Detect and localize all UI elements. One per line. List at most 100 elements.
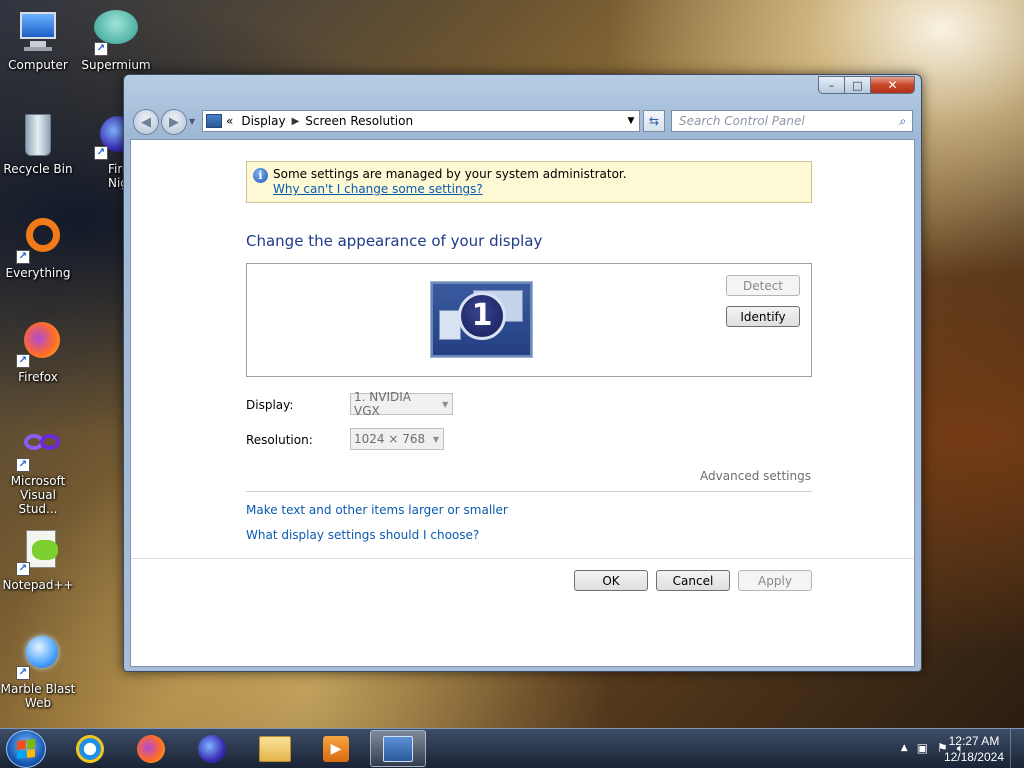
shortcut-arrow-icon: ↗ <box>16 562 30 576</box>
minimize-icon: – <box>828 78 835 92</box>
back-arrow-icon: ◀ <box>141 114 151 130</box>
taskbar-media-player[interactable]: ▶ <box>308 730 364 767</box>
everything-icon: ↗ <box>14 216 62 264</box>
which-display-settings-link[interactable]: What display settings should I choose? <box>246 528 479 542</box>
shortcut-arrow-icon: ↗ <box>94 146 108 160</box>
taskbar: ▶ ▲ ▣ ⚑ 🔈︎ 12:27 AM 12/18/2024 <box>0 728 1024 768</box>
address-overflow-chevron[interactable]: « <box>226 114 233 128</box>
divider <box>131 558 914 559</box>
internet-explorer-icon <box>76 734 104 763</box>
shortcut-arrow-icon: ↗ <box>16 458 30 472</box>
windows-logo-icon <box>17 739 35 759</box>
close-icon: ✕ <box>887 78 898 92</box>
display-select[interactable]: 1. NVIDIA VGX ▼ <box>350 390 453 418</box>
maximize-icon: □ <box>852 78 863 92</box>
shortcut-arrow-icon: ↗ <box>16 354 30 368</box>
notepadpp-icon: ↗ <box>14 528 62 576</box>
computer-icon <box>14 8 62 56</box>
content-pane: i Some settings are managed by your syst… <box>130 139 915 667</box>
refresh-button[interactable]: ⇆ <box>643 110 665 132</box>
search-icon[interactable]: ⌕ <box>892 114 912 129</box>
chevron-down-icon: ▼ <box>432 434 440 444</box>
desktop-icon-label: Computer <box>8 58 68 72</box>
show-hidden-icons-button[interactable]: ▲ <box>901 741 908 756</box>
breadcrumb-separator-icon[interactable]: ▶ <box>292 116 300 127</box>
clock[interactable]: 12:27 AM 12/18/2024 <box>944 733 1004 765</box>
ok-button[interactable]: OK <box>574 570 648 591</box>
info-message: Some settings are managed by your system… <box>273 167 627 181</box>
caption-buttons: – □ ✕ <box>818 76 915 94</box>
chevron-down-icon: ▼ <box>442 399 449 409</box>
supermium-icon: ↗ <box>92 8 140 56</box>
taskbar-control-panel[interactable] <box>370 730 426 767</box>
taskbar-firefox-nightly[interactable] <box>184 730 240 767</box>
control-panel-icon <box>383 735 413 762</box>
shortcut-arrow-icon: ↗ <box>16 666 30 680</box>
resolution-select-value: 1024 × 768 <box>354 432 426 446</box>
back-button[interactable]: ◀ <box>133 109 159 135</box>
resolution-select[interactable]: 1024 × 768 ▼ <box>350 428 444 450</box>
divider <box>246 491 812 492</box>
desktop-icon-visual-studio[interactable]: ↗ Microsoft Visual Stud... <box>0 424 76 516</box>
media-player-icon: ▶ <box>323 735 349 762</box>
display-select-value: 1. NVIDIA VGX <box>354 390 411 418</box>
control-panel-icon <box>206 114 222 128</box>
page-heading: Change the appearance of your display <box>246 232 543 250</box>
desktop-icon-label: Everything <box>5 266 71 280</box>
desktop-icon-label: Marble Blast Web <box>0 682 76 710</box>
folder-icon <box>259 735 291 762</box>
desktop-icon-label: Notepad++ <box>2 578 74 592</box>
taskbar-internet-explorer[interactable] <box>62 730 118 767</box>
desktop-icon-notepadpp[interactable]: ↗ Notepad++ <box>0 528 76 592</box>
resolution-label: Resolution: <box>246 433 313 447</box>
apply-button[interactable]: Apply <box>738 570 812 591</box>
refresh-icon: ⇆ <box>648 114 660 128</box>
desktop-icon-label: Firefox <box>18 370 58 384</box>
cancel-button[interactable]: Cancel <box>656 570 730 591</box>
marble-blast-icon: ↗ <box>14 632 62 680</box>
admin-info-bar: i Some settings are managed by your syst… <box>246 161 812 203</box>
search-box[interactable]: ⌕ <box>671 110 913 132</box>
recent-pages-dropdown[interactable]: ▼ <box>189 117 195 126</box>
monitor-number-badge: 1 <box>458 292 506 340</box>
detect-button[interactable]: Detect <box>726 275 800 296</box>
screen-resolution-window: – □ ✕ ◀ ▶ ▼ « Display ▶ Screen Resolutio… <box>123 74 922 672</box>
larger-text-link[interactable]: Make text and other items larger or smal… <box>246 503 508 517</box>
desktop-icon-label: Microsoft Visual Stud... <box>10 474 66 516</box>
shortcut-arrow-icon: ↗ <box>16 250 30 264</box>
taskbar-file-explorer[interactable] <box>247 730 303 767</box>
clock-date: 12/18/2024 <box>943 750 1004 764</box>
desktop-icon-label: Supermium <box>81 58 151 72</box>
maximize-button[interactable]: □ <box>844 76 871 94</box>
breadcrumb-screen-resolution[interactable]: Screen Resolution <box>305 114 413 128</box>
search-input[interactable] <box>679 114 892 128</box>
taskbar-firefox[interactable] <box>123 730 179 767</box>
address-bar[interactable]: « Display ▶ Screen Resolution ▼ <box>202 110 640 132</box>
identify-button[interactable]: Identify <box>726 306 800 327</box>
advanced-settings-link[interactable]: Advanced settings <box>700 469 811 483</box>
close-button[interactable]: ✕ <box>870 76 915 94</box>
start-button[interactable] <box>6 730 46 768</box>
desktop-icon-recycle-bin[interactable]: Recycle Bin <box>0 112 76 176</box>
recycle-bin-icon <box>14 112 62 160</box>
why-cant-change-link[interactable]: Why can't I change some settings? <box>273 182 811 197</box>
address-dropdown-icon[interactable]: ▼ <box>623 116 639 126</box>
forward-arrow-icon: ▶ <box>169 114 179 130</box>
desktop-icon-label: Recycle Bin <box>3 162 73 176</box>
forward-button[interactable]: ▶ <box>161 109 187 135</box>
desktop-icon-supermium[interactable]: ↗ Supermium <box>78 8 154 72</box>
breadcrumb-display[interactable]: Display <box>241 114 285 128</box>
shortcut-arrow-icon: ↗ <box>94 42 108 56</box>
visual-studio-icon: ↗ <box>14 424 62 472</box>
desktop-icon-marble-blast[interactable]: ↗ Marble Blast Web <box>0 632 76 710</box>
show-desktop-button[interactable] <box>1010 729 1024 768</box>
desktop-icon-everything[interactable]: ↗ Everything <box>0 216 76 280</box>
desktop-icon-firefox[interactable]: ↗ Firefox <box>0 320 76 384</box>
desktop-icon-computer[interactable]: Computer <box>0 8 76 72</box>
monitor-1-tile[interactable]: 1 <box>431 282 532 357</box>
monitor-arrangement-area: 1 Detect Identify <box>246 263 812 377</box>
network-icon[interactable]: ▣ <box>917 741 928 756</box>
firefox-nightly-icon <box>198 734 226 763</box>
minimize-button[interactable]: – <box>818 76 845 94</box>
firefox-icon: ↗ <box>14 320 62 368</box>
